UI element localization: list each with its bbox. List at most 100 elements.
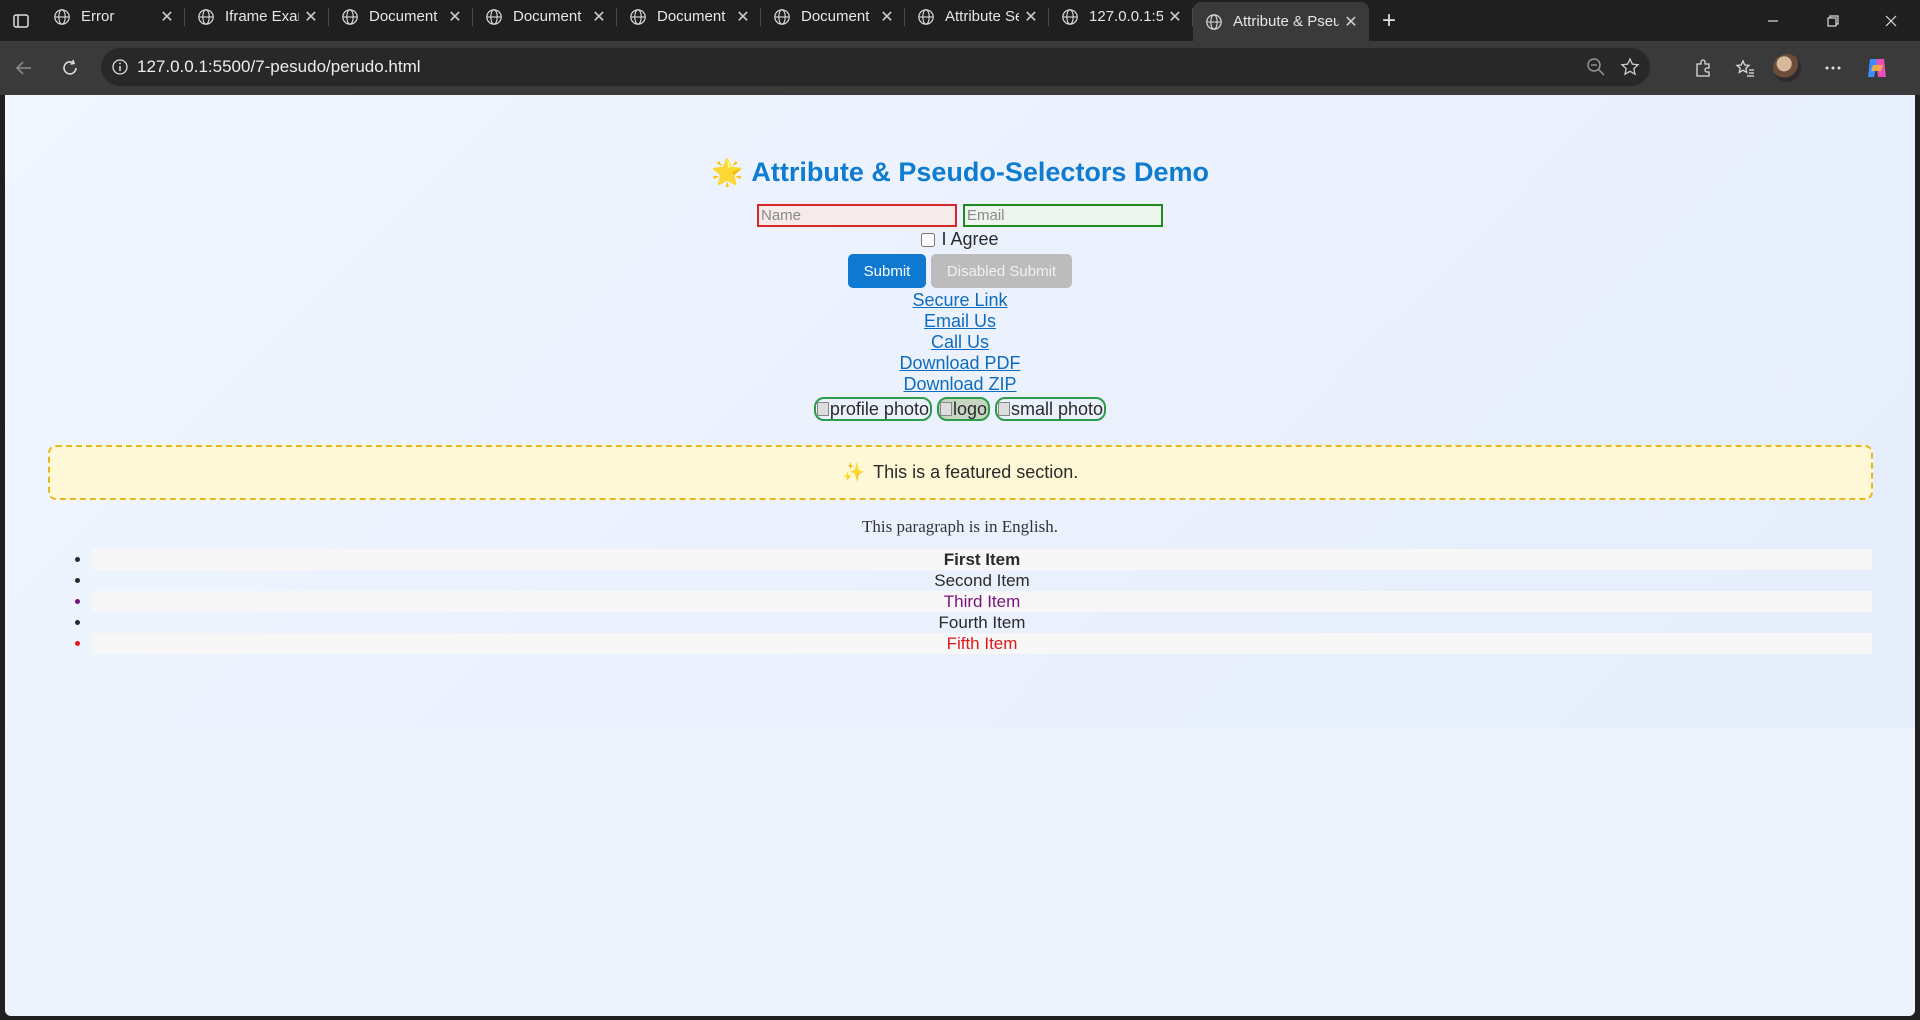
tab-close-button[interactable]: ✕ xyxy=(731,5,755,29)
email-input[interactable] xyxy=(963,204,1163,227)
page-viewport: 🌟 Attribute & Pseudo-Selectors Demo I Ag… xyxy=(5,95,1915,1016)
copilot-button[interactable] xyxy=(1856,47,1898,89)
reload-button[interactable] xyxy=(52,50,88,86)
tab-title: Document xyxy=(801,8,870,25)
browser-toolbar: 127.0.0.1:5500/7-pesudo/perudo.html xyxy=(0,41,1920,95)
secure-link[interactable]: Secure Link xyxy=(912,290,1007,311)
agree-row: I Agree xyxy=(5,229,1915,250)
download-pdf-link[interactable]: Download PDF xyxy=(899,353,1020,374)
download-zip-link[interactable]: Download ZIP xyxy=(903,374,1016,395)
back-button[interactable] xyxy=(6,50,42,86)
browser-tab[interactable]: Attribute Selectors✕ xyxy=(905,0,1049,33)
image-alt-text: small photo xyxy=(1011,399,1104,419)
broken-image-icon xyxy=(939,402,952,416)
browser-tab[interactable]: Document ✕ xyxy=(329,0,473,33)
globe-icon xyxy=(54,8,70,25)
page-content: 🌟 Attribute & Pseudo-Selectors Demo I Ag… xyxy=(5,95,1915,728)
agree-checkbox[interactable] xyxy=(921,232,936,247)
browser-tab[interactable]: Error ✕ xyxy=(41,0,185,33)
site-info-icon[interactable] xyxy=(111,58,129,76)
minimize-button[interactable] xyxy=(1744,0,1802,41)
image-alt-text: profile photo xyxy=(829,399,929,419)
globe-icon xyxy=(198,8,214,25)
link-list: Secure Link Email Us Call Us Download PD… xyxy=(5,290,1915,395)
tab-close-button[interactable]: ✕ xyxy=(155,5,179,29)
restore-icon xyxy=(1827,14,1839,27)
tab-actions-icon xyxy=(12,13,29,28)
globe-icon xyxy=(486,8,502,25)
new-tab-button[interactable]: + xyxy=(1369,0,1409,41)
email-us-link[interactable]: Email Us xyxy=(924,311,996,332)
close-window-button[interactable] xyxy=(1862,0,1920,41)
browser-tab[interactable]: Attribute & Pseudo✕ xyxy=(1193,2,1369,41)
call-us-link[interactable]: Call Us xyxy=(931,332,989,353)
image-alt-text: logo xyxy=(952,399,988,419)
list-item: Fifth Item xyxy=(92,633,1872,654)
restore-button[interactable] xyxy=(1804,0,1862,41)
list-item: Third Item xyxy=(92,591,1872,612)
browser-tab[interactable]: 127.0.0.1:5500/✕ xyxy=(1049,0,1193,33)
glowing-star-icon: 🌟 xyxy=(711,157,744,187)
globe-icon xyxy=(630,8,646,25)
favorites-button[interactable] xyxy=(1724,47,1766,89)
zoom-out-icon[interactable] xyxy=(1586,57,1606,77)
page-title-text: Attribute & Pseudo-Selectors Demo xyxy=(751,157,1209,187)
favorites-list-icon xyxy=(1735,59,1754,77)
small-photo-image: small photo xyxy=(995,397,1107,421)
puzzle-icon xyxy=(1696,59,1710,77)
tab-title: Document xyxy=(513,8,582,25)
tab-close-button[interactable]: ✕ xyxy=(299,5,323,29)
disabled-submit-button: Disabled Submit xyxy=(931,254,1072,288)
broken-image-icon xyxy=(998,402,1011,416)
profile-button[interactable] xyxy=(1766,47,1808,89)
tab-close-button[interactable]: ✕ xyxy=(1339,10,1363,34)
globe-icon xyxy=(1062,8,1078,25)
globe-icon xyxy=(918,8,934,25)
tab-title: Iframe Example xyxy=(225,8,299,25)
tab-title: Document xyxy=(369,8,438,25)
browser-tab[interactable]: Document ✕ xyxy=(617,0,761,33)
globe-icon xyxy=(342,8,358,25)
tab-close-button[interactable]: ✕ xyxy=(1163,5,1187,29)
featured-section: ✨ This is a featured section. xyxy=(48,445,1873,500)
avatar xyxy=(1773,54,1801,82)
profile-photo-image: profile photo xyxy=(813,397,932,421)
more-dots-icon xyxy=(1825,66,1841,70)
close-icon xyxy=(1885,15,1897,26)
browser-tab[interactable]: Document ✕ xyxy=(473,0,617,33)
agree-label: I Agree xyxy=(941,229,999,249)
browser-tab[interactable]: Iframe Example✕ xyxy=(185,0,329,33)
tab-close-button[interactable]: ✕ xyxy=(875,5,899,29)
more-options-button[interactable] xyxy=(1812,47,1854,89)
minimize-icon xyxy=(1768,19,1778,22)
list-item: First Item xyxy=(92,549,1872,570)
submit-button[interactable]: Submit xyxy=(848,254,926,288)
featured-text: This is a featured section. xyxy=(873,462,1079,482)
item-list: First Item Second Item Third Item Fourth… xyxy=(92,549,1872,654)
browser-tab[interactable]: Document ✕ xyxy=(761,0,905,33)
button-row: Submit Disabled Submit xyxy=(5,254,1915,288)
english-paragraph: This paragraph is in English. xyxy=(862,517,1058,536)
tab-title: Document xyxy=(657,8,726,25)
list-item: Second Item xyxy=(92,570,1872,591)
reload-icon xyxy=(63,59,77,75)
address-url[interactable]: 127.0.0.1:5500/7-pesudo/perudo.html xyxy=(137,57,421,77)
sparkles-icon: ✨ xyxy=(842,462,866,482)
tab-title: Error xyxy=(81,8,115,25)
tab-title: 127.0.0.1:5500/ xyxy=(1089,8,1163,25)
address-bar[interactable]: 127.0.0.1:5500/7-pesudo/perudo.html xyxy=(101,48,1650,86)
tab-actions-button[interactable] xyxy=(0,0,41,41)
tab-close-button[interactable]: ✕ xyxy=(587,5,611,29)
tab-title: Attribute Selectors xyxy=(945,8,1019,25)
tab-strip: Error✕Iframe Example✕Document✕Document✕D… xyxy=(0,0,1920,41)
page-title: 🌟 Attribute & Pseudo-Selectors Demo xyxy=(711,157,1209,188)
list-item: Fourth Item xyxy=(92,612,1872,633)
globe-icon xyxy=(1206,13,1222,30)
copilot-icon xyxy=(1868,59,1886,77)
name-input[interactable] xyxy=(757,204,957,227)
tab-close-button[interactable]: ✕ xyxy=(443,5,467,29)
favorite-star-icon[interactable] xyxy=(1620,57,1640,77)
tab-close-button[interactable]: ✕ xyxy=(1019,5,1043,29)
extensions-button[interactable] xyxy=(1682,47,1724,89)
image-row: profile photo logo small photo xyxy=(5,397,1915,421)
